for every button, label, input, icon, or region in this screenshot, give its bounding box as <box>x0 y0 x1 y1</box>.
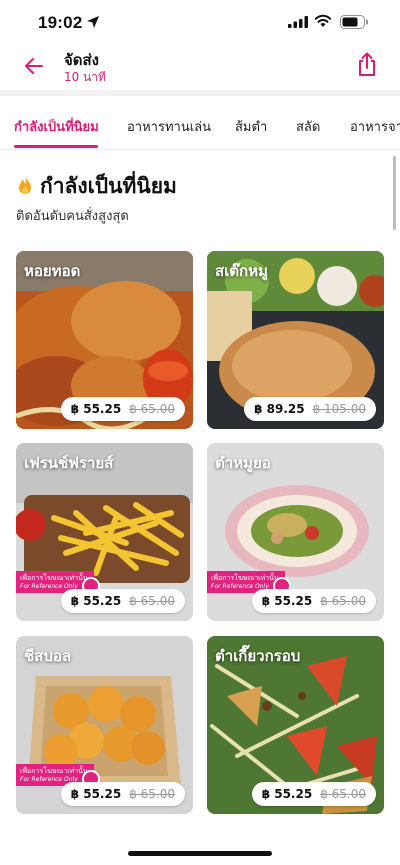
item-price: ฿ 89.25 <box>254 402 305 416</box>
tab-popular[interactable]: กำลังเป็นที่นิยม <box>14 116 99 137</box>
item-price: ฿ 55.25 <box>70 594 122 608</box>
tab-somtum[interactable]: ส้มตำ <box>235 116 267 137</box>
price-tag: ฿ 55.25 ฿ 65.00 <box>251 782 376 806</box>
item-price: ฿ 55.25 <box>70 787 122 801</box>
item-original-price: ฿ 105.00 <box>312 402 366 416</box>
header: จัดส่ง 10 นาที <box>0 44 400 90</box>
menu-item-card[interactable]: ชีสบอล เพื่อการโฆษณาเท่านั้น For Referen… <box>16 636 193 814</box>
item-name: เฟรนช์ฟรายส์ <box>24 454 114 472</box>
price-tag: ฿ 55.25 ฿ 65.00 <box>60 589 185 613</box>
item-original-price: ฿ 65.00 <box>129 594 175 608</box>
item-original-price: ฿ 65.00 <box>129 787 175 801</box>
item-original-price: ฿ 65.00 <box>320 594 366 608</box>
tab-salad[interactable]: สลัด <box>296 116 320 137</box>
location-arrow-icon <box>87 16 99 28</box>
delivery-time: 10 นาที <box>64 70 106 84</box>
back-arrow-icon[interactable] <box>22 54 46 78</box>
category-tabs: กำลังเป็นที่นิยม อาหารทานเล่น ส้มตำ สลัด… <box>0 96 400 150</box>
wifi-icon <box>314 14 332 27</box>
item-name: ตำเกี๊ยวกรอบ <box>215 647 301 665</box>
item-price: ฿ 55.25 <box>70 402 122 416</box>
price-tag: ฿ 55.25 ฿ 65.00 <box>60 397 185 421</box>
tab-appetizers[interactable]: อาหารทานเล่น <box>127 116 211 137</box>
item-name: ชีสบอล <box>24 647 72 665</box>
item-original-price: ฿ 65.00 <box>129 402 175 416</box>
price-tag: ฿ 89.25 ฿ 105.00 <box>244 397 376 421</box>
item-name: หอยทอด <box>24 262 81 280</box>
item-original-price: ฿ 65.00 <box>320 787 366 801</box>
status-time: 19:02 <box>38 13 83 32</box>
share-icon[interactable] <box>355 52 379 78</box>
menu-item-card[interactable]: ตำหมูยอ เพื่อการโฆษณาเท่านั้น For Refere… <box>207 443 384 621</box>
menu-item-card[interactable]: ตำเกี๊ยวกรอบ ฿ 55.25 ฿ 65.00 <box>207 636 384 814</box>
status-bar: 19:02 <box>0 0 400 44</box>
menu-item-card[interactable]: เฟรนช์ฟรายส์ เพื่อการโฆษณาเท่านั้น For R… <box>16 443 193 621</box>
menu-item-card[interactable]: หอยทอด ฿ 55.25 ฿ 65.00 <box>16 251 193 429</box>
section-title: กำลังเป็นที่นิยม <box>40 174 177 198</box>
item-name: สเต๊กหมู <box>215 262 268 280</box>
scroll-indicator <box>393 156 396 230</box>
section-subtitle: ติดอันดับคนสั่งสูงสุด <box>16 209 129 224</box>
active-tab-indicator <box>14 145 98 148</box>
menu-item-card[interactable]: สเต๊กหมู ฿ 89.25 ฿ 105.00 <box>207 251 384 429</box>
battery-icon <box>340 15 368 29</box>
item-name: ตำหมูยอ <box>215 454 271 472</box>
price-tag: ฿ 55.25 ฿ 65.00 <box>60 782 185 806</box>
item-price: ฿ 55.25 <box>261 787 313 801</box>
tab-main-dishes[interactable]: อาหารจาน <box>350 116 400 137</box>
cellular-signal-icon <box>288 16 308 28</box>
item-price: ฿ 55.25 <box>261 594 313 608</box>
home-indicator[interactable] <box>128 851 272 856</box>
price-tag: ฿ 55.25 ฿ 65.00 <box>251 589 376 613</box>
fire-icon <box>19 175 31 194</box>
